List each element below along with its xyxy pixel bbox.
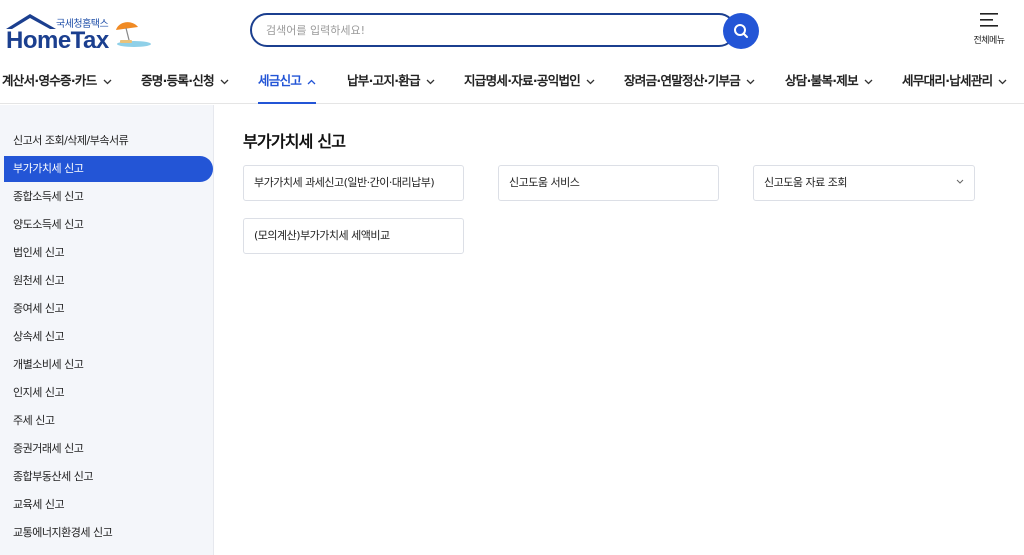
search-bar [250,13,759,49]
filing-help-service-card[interactable]: 신고도움 서비스 [498,165,719,201]
sidebar-item-consumption[interactable]: 개별소비세 신고 [4,352,213,378]
sidebar-item-capital-gains[interactable]: 양도소득세 신고 [4,212,213,238]
gnb-item-invoice[interactable]: 계산서·영수증·카드 [2,70,112,92]
search-icon [734,24,748,38]
sidebar-item-withholding[interactable]: 원천세 신고 [4,268,213,294]
card-label: 부가가치세 과세신고(일반·간이·대리납부) [254,176,435,189]
sidebar-item-corporate-tax[interactable]: 법인세 신고 [4,240,213,266]
gnb-item-agent[interactable]: 세무대리·납세관리 [902,70,1007,92]
sidebar-item-report-lookup[interactable]: 신고서 조회/삭제/부속서류 [4,128,213,154]
sidebar-item-liquor[interactable]: 주세 신고 [4,408,213,434]
hometax-logo[interactable]: 국세청홈택스 HomeTax [4,12,154,54]
gnb-item-incentive[interactable]: 장려금·연말정산·기부금 [624,70,755,92]
sidebar-item-transport-energy[interactable]: 교통에너지환경세 신고 [4,520,213,546]
chevron-down-icon [220,79,229,84]
chevron-down-icon [103,79,111,84]
chevron-down-icon [746,79,755,84]
sidebar-item-inheritance[interactable]: 상속세 신고 [4,324,213,350]
chevron-up-icon [307,79,316,84]
gnb-item-payment[interactable]: 납부·고지·환급 [347,70,435,92]
sidebar-item-gift-tax[interactable]: 증여세 신고 [4,296,213,322]
beach-umbrella-icon [116,22,151,47]
card-label: (모의계산)부가가치세 세액비교 [254,229,390,242]
gnb-item-tax-report[interactable]: 세금신고 [258,70,317,104]
hamburger-icon [980,13,998,27]
chevron-down-icon [586,79,595,84]
chevron-down-icon [426,79,435,84]
all-menu-button[interactable]: 전체메뉴 [966,12,1012,52]
sidebar: 신고서 조회/삭제/부속서류 부가가치세 신고 종합소득세 신고 양도소득세 신… [0,105,214,555]
search-input[interactable] [250,13,736,47]
gnb-item-certificate[interactable]: 증명·등록·신청 [141,70,229,92]
sidebar-item-real-estate[interactable]: 종합부동산세 신고 [4,464,213,490]
chevron-down-icon [956,179,964,184]
filing-help-data-card[interactable]: 신고도움 자료 조회 [753,165,975,201]
vat-filing-card[interactable]: 부가가치세 과세신고(일반·간이·대리납부) [243,165,464,201]
sidebar-item-vat[interactable]: 부가가치세 신고 [4,156,213,182]
header: 국세청홈택스 HomeTax 전체메뉴 [0,0,1024,58]
card-label: 신고도움 서비스 [509,176,580,189]
gnb-item-consult[interactable]: 상담·불복·제보 [785,70,873,92]
global-nav: 계산서·영수증·카드 증명·등록·신청 세금신고 납부·고지·환급 지급명세·자… [0,58,1024,104]
chevron-down-icon [998,79,1007,84]
sidebar-item-education[interactable]: 교육세 신고 [4,492,213,518]
logo-text: HomeTax [6,27,109,54]
page-title: 부가가치세 신고 [243,132,346,151]
gnb-item-statement[interactable]: 지급명세·자료·공익법인 [464,70,595,92]
search-button[interactable] [723,13,759,49]
card-label: 신고도움 자료 조회 [764,176,847,189]
chevron-down-icon [864,79,873,84]
sidebar-item-securities[interactable]: 증권거래세 신고 [4,436,213,462]
sidebar-item-stamp[interactable]: 인지세 신고 [4,380,213,406]
mock-calc-card[interactable]: (모의계산)부가가치세 세액비교 [243,218,464,254]
all-menu-label: 전체메뉴 [973,36,1005,46]
sidebar-item-income-tax[interactable]: 종합소득세 신고 [4,184,213,210]
